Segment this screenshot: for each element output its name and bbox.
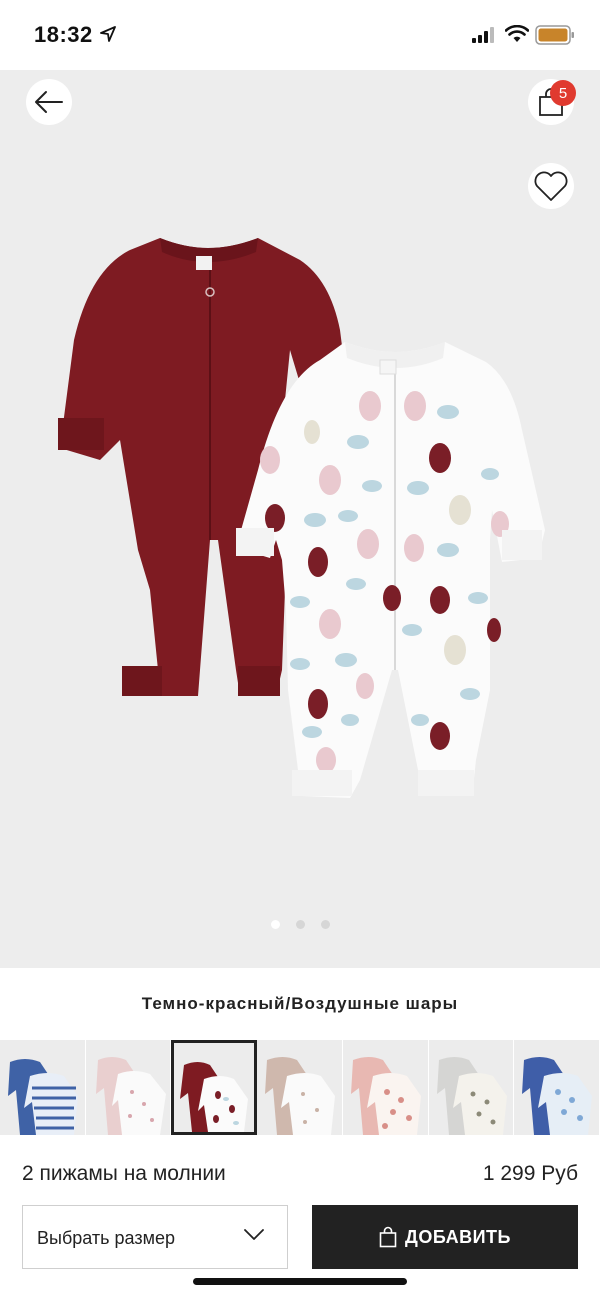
pagination-dot-1[interactable]: [270, 920, 280, 929]
variant-image: [180, 1062, 249, 1132]
color-variant-thumb-pink-white[interactable]: [85, 1040, 172, 1135]
color-variant-list: [0, 1040, 600, 1135]
variant-image: [522, 1057, 593, 1135]
variant-image: [95, 1057, 166, 1135]
product-price: 1 299 Руб: [482, 1162, 578, 1185]
pagination-dot-3[interactable]: [320, 920, 330, 929]
color-variant-thumb-grey-print[interactable]: [428, 1040, 515, 1135]
home-indicator[interactable]: [193, 1278, 407, 1285]
color-variant-thumb-pink-floral[interactable]: [342, 1040, 429, 1135]
color-variant-thumb-blue-print[interactable]: [514, 1040, 600, 1135]
color-variant-thumb-blue-stripes[interactable]: [0, 1040, 86, 1135]
gallery-pagination: [0, 920, 600, 929]
size-select-dropdown[interactable]: Выбрать размер: [22, 1205, 288, 1269]
battery-icon: [535, 25, 574, 45]
add-to-bag-label: ДОБАВИТЬ: [405, 1226, 511, 1247]
product-photo: [58, 238, 545, 798]
wifi-icon: [505, 25, 529, 42]
location-arrow-icon: [100, 26, 116, 42]
color-variant-thumb-beige-white[interactable]: [257, 1040, 343, 1135]
shopping-bag-icon: [379, 1226, 397, 1248]
color-variant-thumb-dark-red-balloons[interactable]: [171, 1040, 258, 1135]
signal-icon: [472, 27, 494, 43]
variant-image: [265, 1057, 336, 1135]
bag-count-badge: 5: [550, 80, 576, 106]
status-bar: 18:32: [0, 0, 600, 70]
back-button[interactable]: [26, 79, 72, 125]
product-name: 2 пижамы на молнии: [22, 1162, 226, 1185]
add-to-bag-button[interactable]: ДОБАВИТЬ: [312, 1205, 578, 1269]
variant-image: [8, 1059, 78, 1135]
pagination-dot-2[interactable]: [295, 920, 305, 929]
heart-icon: [534, 171, 568, 201]
chevron-down-icon: [244, 1229, 264, 1240]
status-time: 18:32: [34, 22, 93, 47]
product-purchase-bar: 2 пижамы на молнии 1 299 Руб Выбрать раз…: [0, 1135, 600, 1297]
product-image-gallery[interactable]: 5: [0, 70, 600, 968]
variant-image: [436, 1057, 507, 1135]
size-select-label: Выбрать размер: [37, 1228, 175, 1248]
arrow-left-icon: [35, 91, 63, 113]
variant-image: [350, 1057, 421, 1135]
favorite-button[interactable]: [528, 163, 574, 209]
selected-color-name: Темно-красный/Воздушные шары: [141, 994, 459, 1013]
